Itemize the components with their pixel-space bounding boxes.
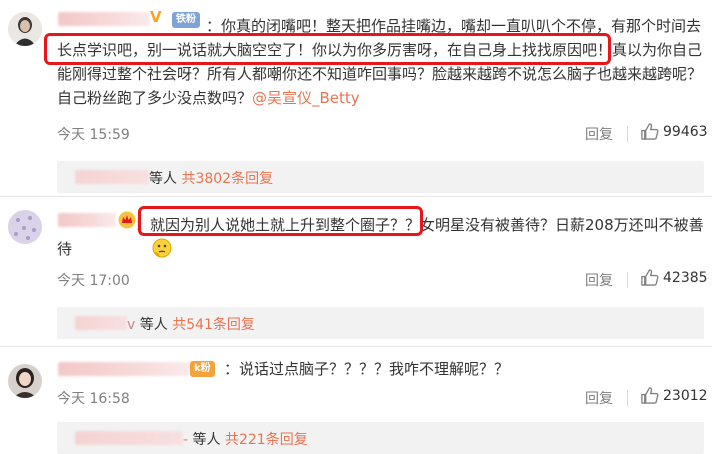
avatar[interactable] (8, 12, 42, 46)
avatar-image (8, 12, 42, 46)
comment-2: ：就因为别人说她土就上升到整个圈子？？女明星没有被善待？日薪208万还叫不被善待… (0, 196, 712, 346)
thinking-face-icon (74, 238, 172, 265)
like-button[interactable]: 42385 (640, 268, 708, 287)
replies-summary: - 等人 共221条回复 (57, 422, 704, 454)
avatar[interactable] (8, 210, 42, 244)
like-button[interactable]: 99463 (640, 122, 708, 141)
avatar-image (8, 364, 42, 398)
replies-text: - 等人 共221条回复 (183, 429, 308, 449)
comment-body: ：说话过点脑子？？？？我咋不理解呢？？ (224, 360, 510, 378)
mention-link[interactable]: @吴宣仪_Betty (252, 89, 360, 107)
replies-prefix: 等人 (139, 317, 168, 333)
replier-name-suffix: v (127, 317, 136, 333)
replies-prefix: 等人 (192, 432, 221, 448)
comment-text: ：说话过点脑子？？？？我咋不理解呢？？ (57, 357, 704, 381)
divider (627, 272, 628, 288)
reply-button[interactable]: 回复 (585, 388, 613, 408)
replies-link[interactable]: 共3802条回复 (181, 171, 273, 187)
comment-3: k粉 ：说话过点脑子？？？？我咋不理解呢？？ 今天 16:58 回复 23012… (0, 346, 712, 454)
comment-1: V 铁粉 ：你真的闭嘴吧！整天把作品挂嘴边，嘴却一直叭叭个不停，有那个时间去长点… (0, 0, 712, 196)
divider (627, 390, 628, 406)
highlight-box (44, 33, 611, 65)
comment-time: 今天 17:00 (57, 273, 130, 289)
avatar-image (8, 210, 42, 244)
replier-names[interactable] (75, 170, 149, 184)
reply-button[interactable]: 回复 (585, 270, 613, 290)
comment-time: 今天 16:58 (57, 391, 130, 407)
replies-link[interactable]: 共541条回复 (172, 317, 255, 333)
replies-text: v 等人 共541条回复 (127, 314, 255, 334)
thumbs-up-icon (641, 123, 659, 140)
like-count: 99463 (663, 123, 708, 140)
thumbs-up-icon (641, 269, 659, 286)
replies-prefix: 等人 (149, 171, 177, 187)
like-button[interactable]: 23012 (640, 386, 708, 405)
replies-summary: v 等人 共541条回复 (57, 307, 704, 339)
replies-link[interactable]: 共221条回复 (225, 432, 308, 448)
thumbs-up-icon (641, 387, 659, 404)
comment-time: 今天 15:59 (57, 127, 130, 143)
replier-names[interactable] (75, 316, 127, 330)
replies-text: 等人 共3802条回复 (149, 168, 273, 188)
replier-name-suffix: - (183, 432, 189, 448)
replies-summary: 等人 共3802条回复 (57, 161, 704, 193)
reply-button[interactable]: 回复 (585, 124, 613, 144)
replier-names[interactable] (75, 431, 183, 445)
highlight-box (138, 206, 423, 236)
like-count: 42385 (663, 269, 708, 286)
avatar[interactable] (8, 364, 42, 398)
divider (627, 126, 628, 142)
like-count: 23012 (663, 387, 708, 404)
